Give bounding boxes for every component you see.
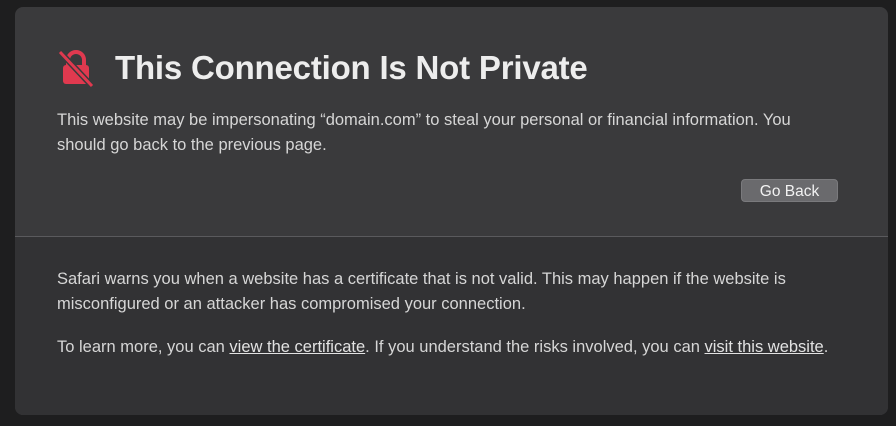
learn-more-suffix: . [823, 338, 829, 356]
page-title: This Connection Is Not Private [115, 49, 588, 86]
view-certificate-link[interactable]: view the certificate [229, 338, 365, 356]
learn-more-text: To learn more, you can view the certific… [57, 335, 847, 360]
details-section: Safari warns you when a website has a ce… [15, 237, 888, 415]
title-row: This Connection Is Not Private [55, 47, 588, 89]
warning-header-section: This Connection Is Not Private This webs… [15, 7, 888, 237]
warning-message: This website may be impersonating “domai… [57, 111, 791, 154]
visit-website-link[interactable]: visit this website [705, 338, 824, 356]
learn-more-prefix: To learn more, you can [57, 338, 230, 356]
go-back-button[interactable]: Go Back [741, 179, 838, 202]
lock-slash-icon [55, 47, 97, 89]
learn-more-middle: . If you understand the risks involved, … [365, 338, 705, 356]
certificate-explanation: Safari warns you when a website has a ce… [57, 270, 786, 313]
warning-panel: This Connection Is Not Private This webs… [15, 7, 888, 415]
